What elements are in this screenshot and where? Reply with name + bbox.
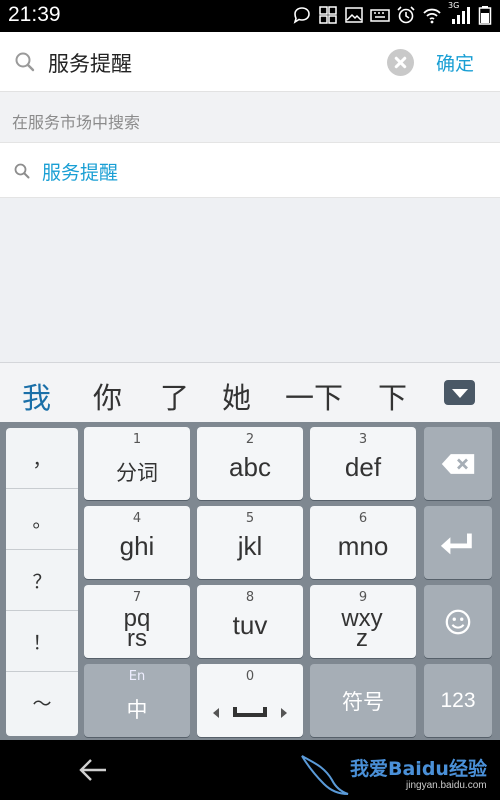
enter-icon xyxy=(440,533,472,554)
key-label: mno xyxy=(337,531,389,561)
search-result-item[interactable]: 服务提醒 xyxy=(0,142,500,198)
key-number: 0 xyxy=(245,669,255,684)
status-time: 21:39 xyxy=(8,3,61,26)
key-5[interactable]: 5 jkl xyxy=(197,506,303,579)
watermark: 我爱Baidu经验 jingyan.baidu.com xyxy=(300,752,496,798)
arrow-right-icon xyxy=(281,708,287,718)
key-number: 9 xyxy=(358,590,368,605)
space-key[interactable]: 0 xyxy=(197,664,303,737)
key-top-label: En xyxy=(128,669,146,684)
key-number: 4 xyxy=(132,511,142,526)
key-1[interactable]: 1 分词 xyxy=(84,427,190,500)
image-icon xyxy=(344,5,364,25)
key-label: tuv xyxy=(232,610,268,640)
collapse-keyboard-button[interactable] xyxy=(444,380,475,405)
content-area xyxy=(0,198,500,362)
candidate-word[interactable]: 我 xyxy=(22,375,51,417)
key-8[interactable]: 8 tuv xyxy=(197,585,303,658)
smiley-icon xyxy=(445,609,471,634)
key-number: 8 xyxy=(245,590,255,605)
status-icons: 3G xyxy=(292,1,492,25)
section-header: 在服务市场中搜索 xyxy=(0,92,500,142)
status-bar: 21:39 3G xyxy=(0,0,500,32)
key-label: 中 xyxy=(126,698,148,722)
key-number: 6 xyxy=(358,511,368,526)
search-icon xyxy=(14,51,36,73)
key-number: 2 xyxy=(245,432,255,447)
watermark-url: jingyan.baidu.com xyxy=(406,780,487,791)
candidate-bar: 我 你 了 她 一下 下 xyxy=(0,362,500,422)
key-label: ghi xyxy=(119,531,155,561)
key-label: def xyxy=(344,452,382,482)
key-6[interactable]: 6 mno xyxy=(310,506,416,579)
candidate-word[interactable]: 你 xyxy=(93,375,122,417)
key-2[interactable]: 2 abc xyxy=(197,427,303,500)
key-4[interactable]: 4 ghi xyxy=(84,506,190,579)
back-icon[interactable] xyxy=(78,756,108,784)
punct-key[interactable]: ～ xyxy=(6,672,78,733)
result-label: 服务提醒 xyxy=(42,162,119,184)
wing-logo-icon xyxy=(301,755,349,795)
key-number: 5 xyxy=(245,511,255,526)
section-header-label: 在服务市场中搜索 xyxy=(12,113,141,132)
key-9[interactable]: 9 wxyz xyxy=(310,585,416,658)
key-label: pqrs xyxy=(123,605,151,652)
key-label: jkl xyxy=(237,531,263,561)
key-3[interactable]: 3 def xyxy=(310,427,416,500)
punct-key[interactable]: ！ xyxy=(6,611,78,672)
candidate-word[interactable]: 下 xyxy=(378,375,407,417)
search-input[interactable]: 服务提醒 xyxy=(48,48,132,78)
key-label: 123 xyxy=(440,688,476,712)
key-label: 分词 xyxy=(116,461,158,485)
keyboard: ， 。 ？ ！ ～ 1 分词 2 abc 3 def 4 ghi 5 jkl 6… xyxy=(0,422,500,740)
emoji-key[interactable] xyxy=(424,585,492,658)
key-7[interactable]: 7 pqrs xyxy=(84,585,190,658)
punct-key[interactable]: ， xyxy=(6,428,78,489)
space-icon xyxy=(233,707,267,717)
key-number: 3 xyxy=(358,432,368,447)
signal-icon: 3G xyxy=(448,1,472,25)
chat-icon xyxy=(292,5,312,25)
battery-icon xyxy=(478,5,492,25)
grid-icon xyxy=(318,5,338,25)
key-number: 7 xyxy=(132,590,142,605)
candidate-word[interactable]: 一下 xyxy=(285,375,343,417)
clear-icon[interactable] xyxy=(387,49,414,76)
candidate-word[interactable]: 她 xyxy=(222,375,251,417)
backspace-icon xyxy=(441,453,475,474)
backspace-key[interactable] xyxy=(424,427,492,500)
symbol-key[interactable]: 符号 xyxy=(310,664,416,737)
key-number: 1 xyxy=(132,432,142,447)
punct-key[interactable]: 。 xyxy=(6,489,78,550)
network-label: 3G xyxy=(448,1,460,10)
confirm-button[interactable]: 确定 xyxy=(436,49,474,76)
key-label: wxyz xyxy=(341,605,383,652)
punctuation-column[interactable]: ， 。 ？ ！ ～ xyxy=(6,428,78,736)
watermark-text: 我爱Baidu经验 xyxy=(350,758,487,780)
numeric-key[interactable]: 123 xyxy=(424,664,492,737)
key-label: abc xyxy=(229,452,271,482)
key-label: 符号 xyxy=(342,690,384,714)
language-switch-key[interactable]: En 中 xyxy=(84,664,190,737)
alarm-icon xyxy=(396,5,416,25)
keyboard-icon xyxy=(370,5,390,25)
wifi-icon xyxy=(422,5,442,25)
candidate-word[interactable]: 了 xyxy=(160,375,189,417)
punct-key[interactable]: ？ xyxy=(6,550,78,611)
search-bar: 服务提醒 确定 xyxy=(0,32,500,92)
enter-key[interactable] xyxy=(424,506,492,579)
search-icon xyxy=(13,162,31,180)
arrow-left-icon xyxy=(213,708,219,718)
